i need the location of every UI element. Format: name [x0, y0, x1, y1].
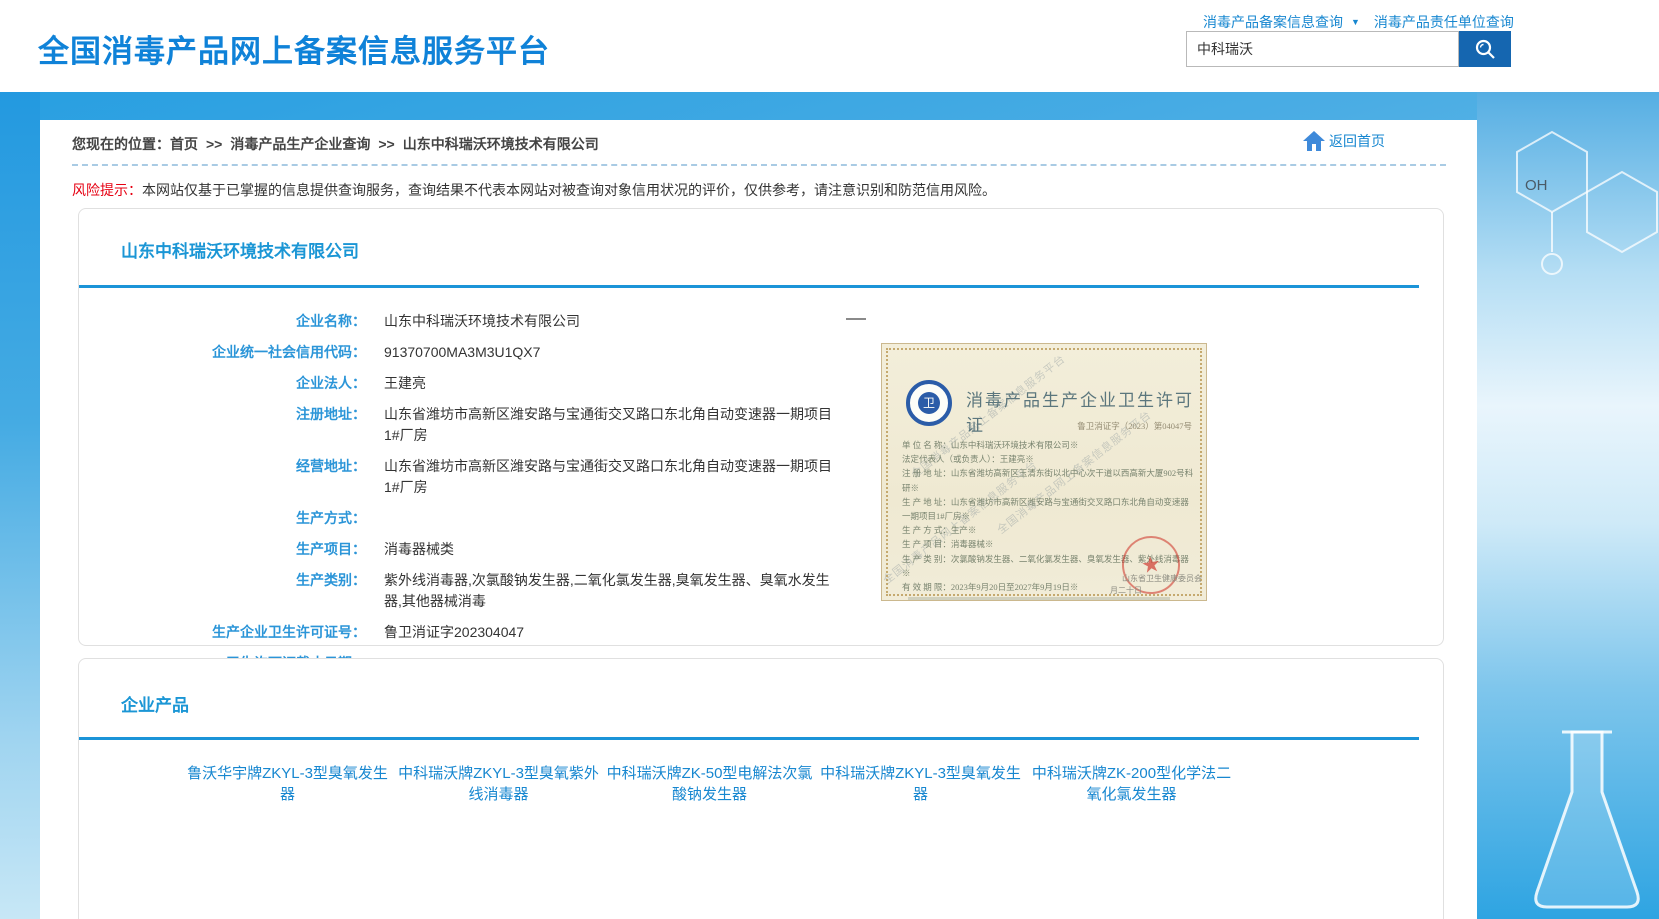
certificate-line: 单 位 名 称：山东中科瑞沃环境技术有限公司※ [902, 438, 1194, 452]
field-row-production-mode: 生产方式： [79, 508, 844, 529]
field-value: 王建亮 [384, 373, 426, 394]
breadcrumb-section-link[interactable]: 消毒产品生产企业查询 [230, 136, 370, 152]
breadcrumb-separator: >> [206, 136, 222, 152]
field-value: 山东省潍坊市高新区潍安路与宝通街交叉路口东北角自动变速器一期项目1#厂房 [384, 404, 844, 446]
dashed-divider [72, 164, 1446, 166]
field-row-business-address: 经营地址： 山东省潍坊市高新区潍安路与宝通街交叉路口东北角自动变速器一期项目1#… [79, 456, 844, 498]
flask-decoration [1536, 732, 1639, 907]
company-fields: 企业名称： 山东中科瑞沃环境技术有限公司 企业统一社会信用代码： 9137070… [79, 311, 844, 684]
field-value: 91370700MA3M3U1QX7 [384, 342, 540, 363]
field-label: 企业法人： [79, 373, 366, 394]
molecule-oh-label: OH [1525, 177, 1548, 194]
hygiene-license-certificate-image: 全国消毒产品网上备案信息服务平台 全国消毒产品网上备案信息服务平台 全国消毒产品… [881, 343, 1207, 601]
field-row-production-category: 生产类别： 紫外线消毒器,次氯酸钠发生器,二氧化氯发生器,臭氧发生器、臭氧水发生… [79, 570, 844, 612]
certificate-fine-print [908, 597, 1170, 600]
collapsed-image-dash [846, 318, 866, 320]
breadcrumb-prefix: 您现在的位置： [72, 136, 170, 152]
home-icon [1302, 130, 1326, 152]
site-header: 全国消毒产品网上备案信息服务平台 消毒产品备案信息查询 ▼ 消毒产品责任单位查询 [0, 0, 1659, 92]
site-title: 全国消毒产品网上备案信息服务平台 [38, 26, 550, 71]
field-value: 山东中科瑞沃环境技术有限公司 [384, 311, 580, 332]
certificate-issuer: 山东省卫生健康委员会 [1122, 573, 1202, 584]
field-row-production-project: 生产项目： 消毒器械类 [79, 539, 844, 560]
field-value: 鲁卫消证字202304047 [384, 622, 524, 643]
field-row-license-number: 生产企业卫生许可证号： 鲁卫消证字202304047 [79, 622, 844, 643]
field-label: 企业名称： [79, 311, 366, 332]
field-label: 生产类别： [79, 570, 366, 591]
field-label: 生产方式： [79, 508, 366, 529]
field-value: 消毒器械类 [384, 539, 454, 560]
card-divider-rule [79, 285, 1419, 288]
product-link[interactable]: 中科瑞沃牌ZK-200型化学法二氧化氯发生器 [1027, 763, 1236, 805]
search-input[interactable] [1186, 31, 1459, 67]
search-icon [1473, 37, 1497, 61]
field-value: 山东省潍坊市高新区潍安路与宝通街交叉路口东北角自动变速器一期项目1#厂房 [384, 456, 844, 498]
product-link[interactable]: 中科瑞沃牌ZKYL-3型臭氧发生器 [816, 763, 1025, 805]
field-label: 企业统一社会信用代码： [79, 342, 366, 363]
breadcrumb: 您现在的位置：首页 >> 消毒产品生产企业查询 >> 山东中科瑞沃环境技术有限公司 [72, 134, 599, 154]
chevron-down-icon[interactable]: ▼ [1351, 17, 1360, 27]
breadcrumb-separator: >> [378, 136, 394, 152]
company-name-heading: 山东中科瑞沃环境技术有限公司 [121, 237, 359, 262]
field-row-legal-person: 企业法人： 王建亮 [79, 373, 844, 394]
back-home-label: 返回首页 [1329, 131, 1385, 151]
breadcrumb-current: 山东中科瑞沃环境技术有限公司 [403, 136, 599, 152]
background-left-strip [0, 92, 40, 919]
certificate-line: 生 产 地 址：山东省潍坊市高新区潍安路与宝通街交叉路口东北角自动变速器一期项目… [902, 495, 1194, 523]
certificate-date-fragment: 月二十日 [1110, 585, 1142, 596]
nav-link-responsible-unit-query[interactable]: 消毒产品责任单位查询 [1374, 14, 1514, 30]
field-row-registered-address: 注册地址： 山东省潍坊市高新区潍安路与宝通街交叉路口东北角自动变速器一期项目1#… [79, 404, 844, 446]
field-value: 紫外线消毒器,次氯酸钠发生器,二氧化氯发生器,臭氧发生器、臭氧水发生器,其他器械… [384, 570, 844, 612]
risk-warning-label: 风险提示： [72, 182, 142, 198]
field-label: 生产项目： [79, 539, 366, 560]
certificate-number: 鲁卫消证字（2023）第04047号 [1077, 420, 1192, 432]
field-label: 生产企业卫生许可证号： [79, 622, 366, 643]
search-button[interactable] [1459, 31, 1511, 67]
field-row-credit-code: 企业统一社会信用代码： 91370700MA3M3U1QX7 [79, 342, 844, 363]
products-heading: 企业产品 [121, 691, 189, 716]
product-link[interactable]: 鲁沃华宇牌ZKYL-3型臭氧发生器 [183, 763, 392, 805]
certificate-line: 注 册 地 址：山东省潍坊高新区玉清东街以北中心次干道以西高新大厦902号科研※ [902, 466, 1194, 494]
back-home-button[interactable]: 返回首页 [1302, 130, 1385, 152]
risk-warning: 风险提示：本网站仅基于已掌握的信息提供查询服务，查询结果不代表本网站对被查询对象… [72, 180, 996, 200]
product-link[interactable]: 中科瑞沃牌ZKYL-3型臭氧紫外线消毒器 [394, 763, 603, 805]
breadcrumb-home-link[interactable]: 首页 [170, 136, 198, 152]
top-nav: 消毒产品备案信息查询 ▼ 消毒产品责任单位查询 [1203, 12, 1514, 32]
chemistry-decoration: OH [1477, 92, 1659, 919]
field-row-company-name: 企业名称： 山东中科瑞沃环境技术有限公司 [79, 311, 844, 332]
product-links-grid: 鲁沃华宇牌ZKYL-3型臭氧发生器 中科瑞沃牌ZKYL-3型臭氧紫外线消毒器 中… [183, 763, 1363, 821]
company-products-card: 企业产品 鲁沃华宇牌ZKYL-3型臭氧发生器 中科瑞沃牌ZKYL-3型臭氧紫外线… [78, 658, 1444, 919]
main-content: 您现在的位置：首页 >> 消毒产品生产企业查询 >> 山东中科瑞沃环境技术有限公司 返回… [40, 120, 1477, 919]
card-divider-rule [79, 737, 1419, 740]
product-link[interactable]: 中科瑞沃牌ZK-50型电解法次氯酸钠发生器 [605, 763, 814, 805]
field-label: 经营地址： [79, 456, 366, 477]
field-label: 注册地址： [79, 404, 366, 425]
company-info-card: 山东中科瑞沃环境技术有限公司 企业名称： 山东中科瑞沃环境技术有限公司 企业统一… [78, 208, 1444, 646]
national-emblem-icon: 卫 [906, 380, 952, 426]
search-bar [1186, 31, 1511, 67]
risk-warning-text: 本网站仅基于已掌握的信息提供查询服务，查询结果不代表本网站对被查询对象信用状况的… [142, 182, 996, 198]
nav-link-record-info-query[interactable]: 消毒产品备案信息查询 [1203, 14, 1343, 30]
certificate-line: 法定代表人（或负责人）：王建亮※ [902, 452, 1194, 466]
